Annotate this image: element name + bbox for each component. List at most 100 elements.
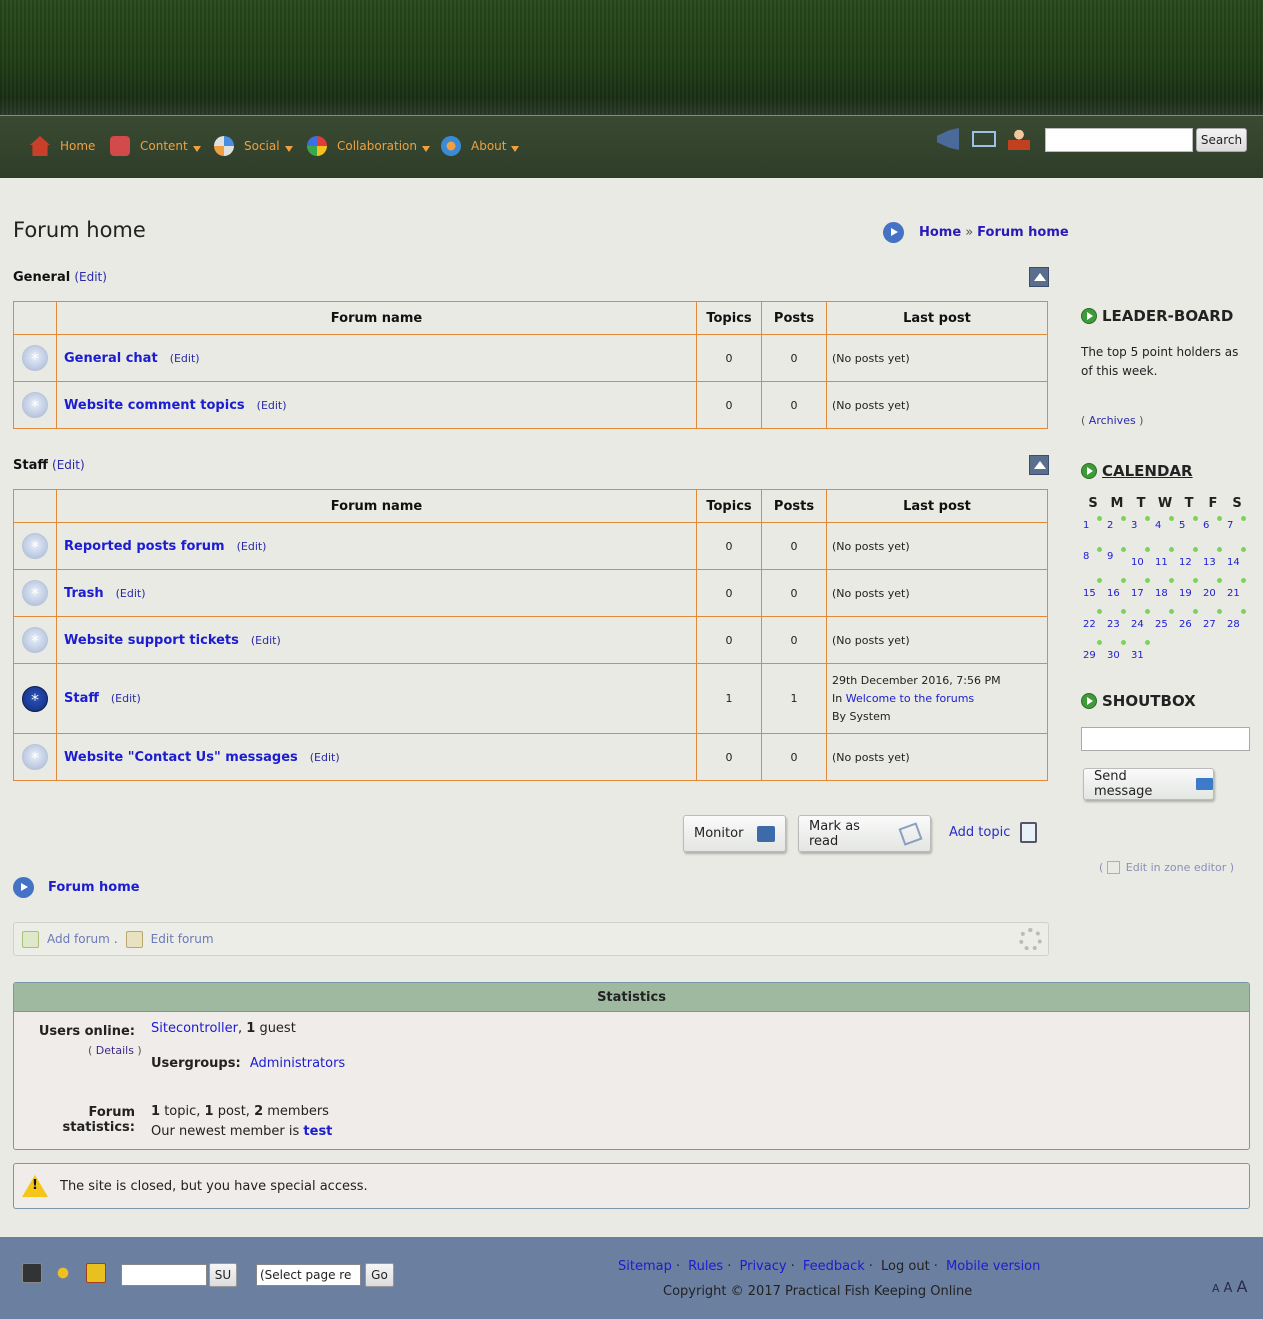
calendar-day-link[interactable]: 5 xyxy=(1179,520,1185,531)
online-user-link[interactable]: Sitecontroller xyxy=(151,1021,238,1036)
calendar-day[interactable]: 13 xyxy=(1201,547,1225,578)
forum-edit-link[interactable]: (Edit) xyxy=(170,352,200,365)
calendar-day[interactable]: 5 xyxy=(1177,516,1201,547)
mark-as-read-button[interactable]: Mark as read xyxy=(798,815,931,852)
calendar-day-link[interactable]: 22 xyxy=(1083,619,1096,630)
nav-collaboration[interactable]: Collaboration xyxy=(307,134,430,158)
calendar-day[interactable]: 12 xyxy=(1177,547,1201,578)
calendar-day[interactable]: 7 xyxy=(1225,516,1249,547)
last-post-topic-link[interactable]: Welcome to the forums xyxy=(846,692,974,705)
forum-link[interactable]: Trash xyxy=(64,586,104,601)
calendar-day-link[interactable]: 4 xyxy=(1155,520,1161,531)
calendar-day[interactable]: 6 xyxy=(1201,516,1225,547)
send-message-button[interactable]: Send message xyxy=(1083,768,1214,800)
shoutbox-input[interactable] xyxy=(1081,727,1250,751)
gears-icon[interactable] xyxy=(53,1263,73,1283)
logout-link[interactable]: Log out xyxy=(881,1259,930,1274)
page-select[interactable]: (Select page re xyxy=(256,1264,361,1286)
calendar-day[interactable]: 24 xyxy=(1129,609,1153,640)
calendar-day[interactable]: 21 xyxy=(1225,578,1249,609)
calendar-day-link[interactable]: 6 xyxy=(1203,520,1209,531)
help-icon[interactable] xyxy=(86,1263,106,1283)
add-forum-link[interactable]: Add forum xyxy=(47,932,110,946)
calendar-day-link[interactable]: 15 xyxy=(1083,588,1096,599)
calendar-day-link[interactable]: 10 xyxy=(1131,557,1144,568)
calendar-day-link[interactable]: 11 xyxy=(1155,557,1168,568)
calendar-day-link[interactable]: 20 xyxy=(1203,588,1216,599)
section-edit-link[interactable]: (Edit) xyxy=(52,458,85,472)
forum-link[interactable]: General chat xyxy=(64,351,158,366)
calendar-day-link[interactable]: 13 xyxy=(1203,557,1216,568)
calendar-day[interactable]: 20 xyxy=(1201,578,1225,609)
calendar-day-link[interactable]: 17 xyxy=(1131,588,1144,599)
calendar-day-link[interactable]: 12 xyxy=(1179,557,1192,568)
forum-link[interactable]: Website comment topics xyxy=(64,398,245,413)
calendar-day-link[interactable]: 9 xyxy=(1107,551,1113,562)
newest-member-link[interactable]: test xyxy=(303,1124,332,1139)
zone-editor-link[interactable]: Edit in zone editor xyxy=(1126,861,1226,874)
sitemap-link[interactable]: Sitemap xyxy=(618,1259,672,1274)
mail-icon[interactable] xyxy=(972,131,996,147)
calendar-day-link[interactable]: 2 xyxy=(1107,520,1113,531)
calendar-day-link[interactable]: 18 xyxy=(1155,588,1168,599)
calendar-day-link[interactable]: 8 xyxy=(1083,551,1089,562)
forum-edit-link[interactable]: (Edit) xyxy=(116,587,146,600)
calendar-day[interactable]: 8 xyxy=(1081,547,1105,578)
gear-icon[interactable] xyxy=(1019,928,1042,951)
forum-edit-link[interactable]: (Edit) xyxy=(237,540,267,553)
mobile-version-link[interactable]: Mobile version xyxy=(946,1259,1040,1274)
calendar-day[interactable]: 10 xyxy=(1129,547,1153,578)
calendar-day[interactable]: 2 xyxy=(1105,516,1129,547)
su-button[interactable]: SU xyxy=(209,1263,237,1287)
usergroup-link[interactable]: Administrators xyxy=(250,1056,345,1071)
nav-social[interactable]: Social xyxy=(214,134,293,158)
nav-home[interactable]: Home xyxy=(30,134,95,158)
calendar-day[interactable]: 28 xyxy=(1225,609,1249,640)
font-size-small[interactable]: A xyxy=(1212,1282,1220,1295)
calendar-day-link[interactable]: 26 xyxy=(1179,619,1192,630)
calendar-title-link[interactable]: CALENDAR xyxy=(1102,462,1193,480)
megaphone-icon[interactable] xyxy=(937,128,959,150)
forum-edit-link[interactable]: (Edit) xyxy=(251,634,281,647)
calendar-day[interactable]: 22 xyxy=(1081,609,1105,640)
collapse-button[interactable] xyxy=(1029,267,1049,287)
calendar-day[interactable]: 25 xyxy=(1153,609,1177,640)
calendar-day[interactable]: 19 xyxy=(1177,578,1201,609)
calendar-day[interactable]: 3 xyxy=(1129,516,1153,547)
calendar-day[interactable]: 15 xyxy=(1081,578,1105,609)
forum-edit-link[interactable]: (Edit) xyxy=(111,692,141,705)
calendar-day-link[interactable]: 27 xyxy=(1203,619,1216,630)
archives-link[interactable]: Archives xyxy=(1089,414,1136,427)
forum-link[interactable]: Staff xyxy=(64,691,99,706)
details-link[interactable]: Details xyxy=(96,1044,134,1057)
font-size-large[interactable]: A xyxy=(1236,1277,1247,1296)
calendar-day-link[interactable]: 29 xyxy=(1083,650,1096,661)
calendar-day[interactable]: 14 xyxy=(1225,547,1249,578)
calendar-day-link[interactable]: 30 xyxy=(1107,650,1120,661)
feedback-link[interactable]: Feedback xyxy=(803,1259,865,1274)
calendar-day[interactable]: 11 xyxy=(1153,547,1177,578)
calendar-day[interactable]: 27 xyxy=(1201,609,1225,640)
forum-link[interactable]: Website "Contact Us" messages xyxy=(64,750,298,765)
calendar-day[interactable]: 9 xyxy=(1105,547,1129,578)
calendar-day[interactable]: 31 xyxy=(1129,640,1153,671)
calendar-day[interactable]: 17 xyxy=(1129,578,1153,609)
edit-forum-link[interactable]: Edit forum xyxy=(151,932,214,946)
calendar-day-link[interactable]: 19 xyxy=(1179,588,1192,599)
calendar-day[interactable]: 26 xyxy=(1177,609,1201,640)
calendar-day[interactable]: 4 xyxy=(1153,516,1177,547)
code-icon[interactable] xyxy=(22,1263,42,1283)
forum-link[interactable]: Reported posts forum xyxy=(64,539,225,554)
calendar-day-link[interactable]: 28 xyxy=(1227,619,1240,630)
section-edit-link[interactable]: (Edit) xyxy=(74,270,107,284)
bottom-breadcrumb-link[interactable]: Forum home xyxy=(48,880,140,895)
breadcrumb-home-link[interactable]: Home xyxy=(919,225,961,240)
calendar-day-link[interactable]: 25 xyxy=(1155,619,1168,630)
rules-link[interactable]: Rules xyxy=(688,1259,723,1274)
user-icon[interactable] xyxy=(1008,128,1030,150)
calendar-day-link[interactable]: 16 xyxy=(1107,588,1120,599)
go-button[interactable]: Go xyxy=(365,1263,394,1287)
su-username-input[interactable] xyxy=(121,1264,207,1286)
calendar-day-link[interactable]: 3 xyxy=(1131,520,1137,531)
privacy-link[interactable]: Privacy xyxy=(739,1259,786,1274)
